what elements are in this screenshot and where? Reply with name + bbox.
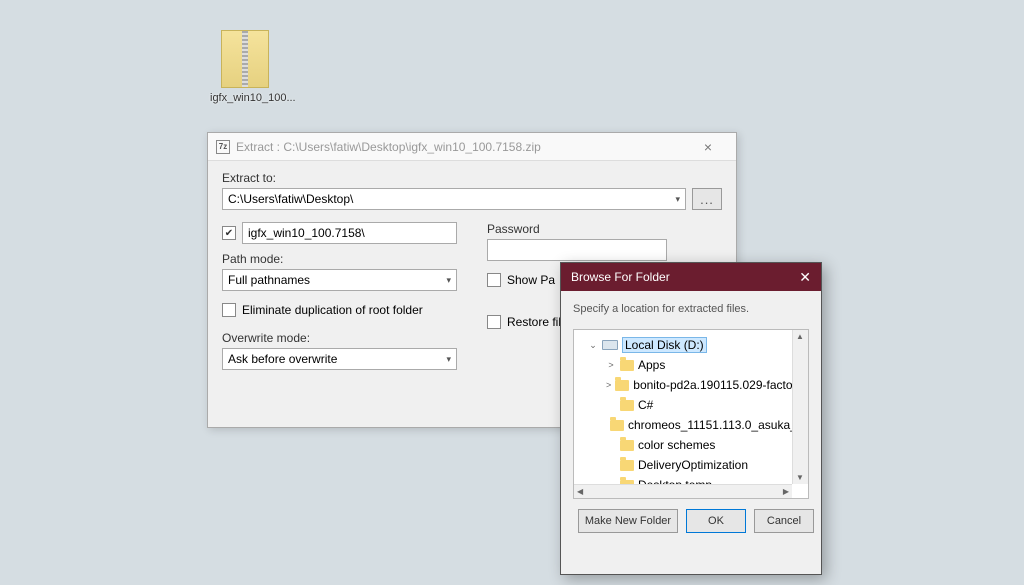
scrollbar-horizontal[interactable] (574, 484, 792, 498)
chevron-down-icon: ▾ (446, 354, 451, 365)
desktop-file-label: igfx_win10_100... (210, 92, 280, 104)
scrollbar-vertical[interactable] (792, 330, 808, 484)
make-new-folder-button[interactable]: Make New Folder (578, 509, 678, 533)
overwrite-mode-value: Ask before overwrite (228, 352, 337, 366)
folder-icon (620, 440, 634, 451)
tree-item-label: DeliveryOptimization (638, 458, 748, 472)
cancel-button[interactable]: Cancel (754, 509, 814, 533)
path-mode-label: Path mode: (222, 252, 457, 266)
ok-button[interactable]: OK (686, 509, 746, 533)
overwrite-mode-select[interactable]: Ask before overwrite ▾ (222, 348, 457, 370)
chevron-right-icon[interactable]: > (606, 380, 611, 390)
folder-icon (620, 400, 634, 411)
extract-titlebar[interactable]: 7z Extract : C:\Users\fatiw\Desktop\igfx… (208, 133, 736, 161)
chevron-down-icon: ▾ (446, 275, 451, 286)
restore-label: Restore file (507, 315, 568, 329)
browse-instruction: Specify a location for extracted files. (573, 303, 809, 315)
restore-checkbox[interactable] (487, 315, 501, 329)
zip-file-icon (221, 30, 269, 88)
folder-tree[interactable]: ⌄ Local Disk (D:) > Apps > bonito-pd2a.1… (573, 329, 809, 499)
path-mode-value: Full pathnames (228, 273, 310, 287)
chevron-right-icon[interactable]: > (606, 360, 616, 370)
desktop-file[interactable]: igfx_win10_100... (210, 30, 280, 104)
tree-item[interactable]: chromeos_11151.113.0_asuka_rec (606, 415, 806, 435)
eliminate-dup-checkbox[interactable] (222, 303, 236, 317)
tree-item-label: Apps (638, 358, 665, 372)
close-icon[interactable]: ✕ (799, 269, 811, 286)
tree-item[interactable]: > bonito-pd2a.190115.029-factory- (606, 375, 806, 395)
show-password-label: Show Pa (507, 273, 555, 287)
folder-icon (610, 420, 624, 431)
eliminate-dup-label: Eliminate duplication of root folder (242, 303, 423, 317)
folder-icon (615, 380, 629, 391)
tree-item[interactable]: > Apps (606, 355, 806, 375)
browse-title: Browse For Folder (571, 270, 670, 284)
drive-icon (602, 340, 618, 350)
7zip-app-icon: 7z (216, 140, 230, 154)
extract-title: Extract : C:\Users\fatiw\Desktop\igfx_wi… (236, 140, 688, 154)
tree-item-label: color schemes (638, 438, 715, 452)
path-mode-select[interactable]: Full pathnames ▾ (222, 269, 457, 291)
subfolder-checkbox[interactable]: ✔ (222, 226, 236, 240)
password-label: Password (487, 222, 722, 236)
extract-to-value: C:\Users\fatiw\Desktop\ (228, 192, 353, 206)
tree-root-label: Local Disk (D:) (622, 337, 707, 353)
tree-item-label: C# (638, 398, 653, 412)
chevron-down-icon[interactable]: ⌄ (588, 340, 598, 351)
extract-to-field[interactable]: C:\Users\fatiw\Desktop\ ▾ (222, 188, 686, 210)
tree-item-label: chromeos_11151.113.0_asuka_rec (628, 418, 809, 432)
show-password-checkbox[interactable] (487, 273, 501, 287)
tree-item[interactable]: color schemes (606, 435, 806, 455)
folder-icon (620, 360, 634, 371)
folder-icon (620, 460, 634, 471)
tree-item-label: bonito-pd2a.190115.029-factory- (633, 378, 806, 392)
close-icon[interactable]: × (688, 139, 728, 155)
tree-item[interactable]: C# (606, 395, 806, 415)
browse-folder-dialog: Browse For Folder ✕ Specify a location f… (560, 262, 822, 575)
browse-titlebar[interactable]: Browse For Folder ✕ (561, 263, 821, 291)
tree-item[interactable]: DeliveryOptimization (606, 455, 806, 475)
tree-root[interactable]: ⌄ Local Disk (D:) (588, 335, 806, 355)
chevron-down-icon: ▾ (675, 194, 680, 205)
browse-button[interactable]: ... (692, 188, 722, 210)
subfolder-input[interactable] (242, 222, 457, 244)
overwrite-mode-label: Overwrite mode: (222, 331, 457, 345)
password-input[interactable] (487, 239, 667, 261)
extract-to-label: Extract to: (222, 171, 722, 185)
